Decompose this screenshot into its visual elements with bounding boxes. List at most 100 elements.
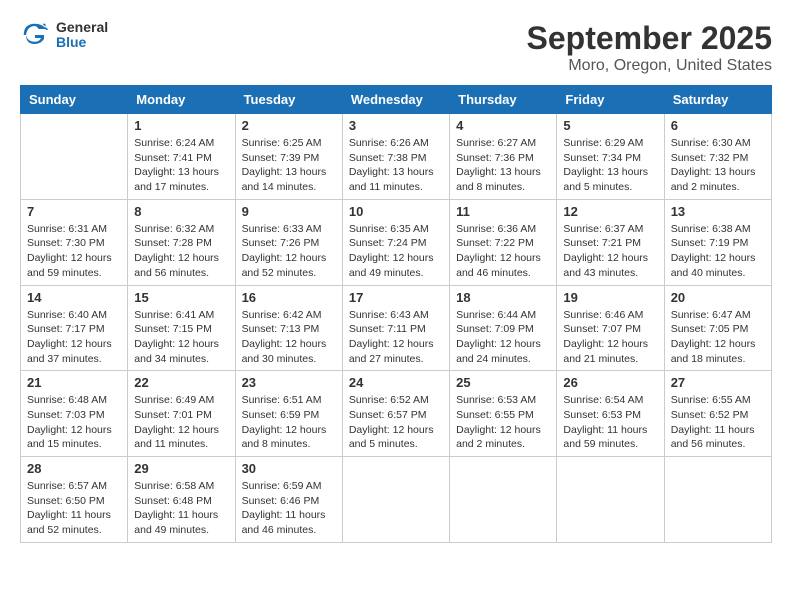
cell-line: Sunset: 7:07 PM (563, 323, 641, 335)
logo-blue-text: Blue (56, 35, 108, 50)
day-number: 16 (242, 290, 336, 305)
calendar-cell: 1 Sunrise: 6:24 AMSunset: 7:41 PMDaylight… (128, 114, 235, 200)
cell-line: and 34 minutes. (134, 353, 209, 365)
cell-line: Sunrise: 6:51 AM (242, 394, 322, 406)
calendar-cell: 23Sunrise: 6:51 AMSunset: 6:59 PMDayligh… (235, 371, 342, 457)
calendar-week-row: 7Sunrise: 6:31 AMSunset: 7:30 PMDaylight… (21, 199, 772, 285)
calendar-cell: 26Sunrise: 6:54 AMSunset: 6:53 PMDayligh… (557, 371, 664, 457)
logo: General Blue (20, 20, 108, 51)
day-number: 12 (563, 204, 657, 219)
calendar-cell: 14Sunrise: 6:40 AMSunset: 7:17 PMDayligh… (21, 285, 128, 371)
cell-line: Sunset: 7:34 PM (563, 152, 641, 164)
cell-line: and 30 minutes. (242, 353, 317, 365)
cell-content: Sunrise: 6:59 AMSunset: 6:46 PMDaylight:… (242, 479, 336, 538)
day-number: 6 (671, 118, 765, 133)
calendar-cell: 11Sunrise: 6:36 AMSunset: 7:22 PMDayligh… (450, 199, 557, 285)
calendar-cell: 15Sunrise: 6:41 AMSunset: 7:15 PMDayligh… (128, 285, 235, 371)
calendar-header-row: SundayMondayTuesdayWednesdayThursdayFrid… (21, 86, 772, 114)
logo-icon (20, 20, 50, 50)
calendar-cell: 17Sunrise: 6:43 AMSunset: 7:11 PMDayligh… (342, 285, 449, 371)
cell-line: Sunset: 7:05 PM (671, 323, 749, 335)
cell-line: Sunset: 7:32 PM (671, 152, 749, 164)
calendar-cell (557, 457, 664, 543)
cell-line: Daylight: 12 hours (242, 252, 327, 264)
cell-line: and 5 minutes. (349, 438, 418, 450)
cell-line: and 5 minutes. (563, 181, 632, 193)
cell-line: and 18 minutes. (671, 353, 746, 365)
cell-content: Sunrise: 6:42 AMSunset: 7:13 PMDaylight:… (242, 308, 336, 367)
cell-line: Sunrise: 6:52 AM (349, 394, 429, 406)
cell-line: Daylight: 12 hours (671, 338, 756, 350)
cell-line: Daylight: 12 hours (349, 424, 434, 436)
cell-line: Daylight: 12 hours (27, 424, 112, 436)
cell-line: Sunset: 7:24 PM (349, 237, 427, 249)
cell-content: Sunrise: 6:53 AMSunset: 6:55 PMDaylight:… (456, 393, 550, 452)
day-number: 13 (671, 204, 765, 219)
cell-content: Sunrise: 6:26 AMSunset: 7:38 PMDaylight:… (349, 136, 443, 195)
cell-line: Sunset: 7:30 PM (27, 237, 105, 249)
day-number: 5 (563, 118, 657, 133)
calendar-cell (450, 457, 557, 543)
day-header-thursday: Thursday (450, 86, 557, 114)
cell-line: Daylight: 12 hours (456, 252, 541, 264)
cell-line: Sunset: 7:41 PM (134, 152, 212, 164)
cell-line: and 43 minutes. (563, 267, 638, 279)
cell-content: Sunrise: 6:37 AMSunset: 7:21 PMDaylight:… (563, 222, 657, 281)
calendar-week-row: 21Sunrise: 6:48 AMSunset: 7:03 PMDayligh… (21, 371, 772, 457)
cell-line: and 8 minutes. (456, 181, 525, 193)
cell-line: Sunrise: 6:37 AM (563, 223, 643, 235)
cell-line: Daylight: 11 hours (134, 509, 218, 521)
cell-content: Sunrise: 6:51 AMSunset: 6:59 PMDaylight:… (242, 393, 336, 452)
calendar-cell (21, 114, 128, 200)
cell-line: Sunset: 7:38 PM (349, 152, 427, 164)
day-number: 9 (242, 204, 336, 219)
calendar-cell: 25 Sunrise: 6:53 AMSunset: 6:55 PMDayligh… (450, 371, 557, 457)
calendar-cell: 21Sunrise: 6:48 AMSunset: 7:03 PMDayligh… (21, 371, 128, 457)
cell-line: Sunset: 6:59 PM (242, 409, 320, 421)
day-number: 25 (456, 375, 550, 390)
cell-line: Daylight: 13 hours (563, 166, 648, 178)
cell-line: Sunrise: 6:35 AM (349, 223, 429, 235)
calendar-cell: 28Sunrise: 6:57 AMSunset: 6:50 PMDayligh… (21, 457, 128, 543)
cell-line: and 11 minutes. (134, 438, 208, 450)
cell-line: Sunset: 7:03 PM (27, 409, 105, 421)
day-number: 20 (671, 290, 765, 305)
cell-line: and 24 minutes. (456, 353, 531, 365)
day-number: 29 (134, 461, 228, 476)
day-number: 8 (134, 204, 228, 219)
cell-content: Sunrise: 6:25 AMSunset: 7:39 PMDaylight:… (242, 136, 336, 195)
calendar-cell: 4Sunrise: 6:27 AMSunset: 7:36 PMDaylight… (450, 114, 557, 200)
cell-line: Sunset: 6:55 PM (456, 409, 534, 421)
cell-line: Daylight: 12 hours (349, 252, 434, 264)
cell-content: Sunrise: 6:24 AMSunset: 7:41 PMDaylight:… (134, 136, 228, 195)
cell-line: and 40 minutes. (671, 267, 746, 279)
cell-line: Sunrise: 6:31 AM (27, 223, 107, 235)
cell-line: Daylight: 12 hours (671, 252, 756, 264)
cell-line: Sunset: 6:53 PM (563, 409, 641, 421)
cell-line: and 52 minutes. (27, 524, 102, 536)
calendar-cell: 24Sunrise: 6:52 AMSunset: 6:57 PMDayligh… (342, 371, 449, 457)
calendar-cell: 29Sunrise: 6:58 AMSunset: 6:48 PMDayligh… (128, 457, 235, 543)
day-number: 1 (134, 118, 228, 133)
cell-line: Sunset: 7:22 PM (456, 237, 534, 249)
cell-line: Sunrise: 6:57 AM (27, 480, 107, 492)
cell-line: Sunrise: 6:32 AM (134, 223, 214, 235)
day-header-wednesday: Wednesday (342, 86, 449, 114)
day-number: 30 (242, 461, 336, 476)
cell-line: Daylight: 13 hours (456, 166, 541, 178)
cell-line: Sunrise: 6:36 AM (456, 223, 536, 235)
cell-content: Sunrise: 6:46 AMSunset: 7:07 PMDaylight:… (563, 308, 657, 367)
day-number: 14 (27, 290, 121, 305)
cell-line: Sunrise: 6:25 AM (242, 137, 322, 149)
calendar-cell: 5Sunrise: 6:29 AMSunset: 7:34 PMDaylight… (557, 114, 664, 200)
cell-line: Sunset: 7:15 PM (134, 323, 212, 335)
cell-line: Sunrise: 6:42 AM (242, 309, 322, 321)
day-number: 4 (456, 118, 550, 133)
cell-line: Sunrise: 6:27 AM (456, 137, 536, 149)
cell-line: and 49 minutes. (134, 524, 209, 536)
cell-content: Sunrise: 6:55 AMSunset: 6:52 PMDaylight:… (671, 393, 765, 452)
calendar-title: September 2025 (527, 20, 772, 57)
calendar-cell: 22Sunrise: 6:49 AMSunset: 7:01 PMDayligh… (128, 371, 235, 457)
cell-content: Sunrise: 6:49 AMSunset: 7:01 PMDaylight:… (134, 393, 228, 452)
day-number: 19 (563, 290, 657, 305)
